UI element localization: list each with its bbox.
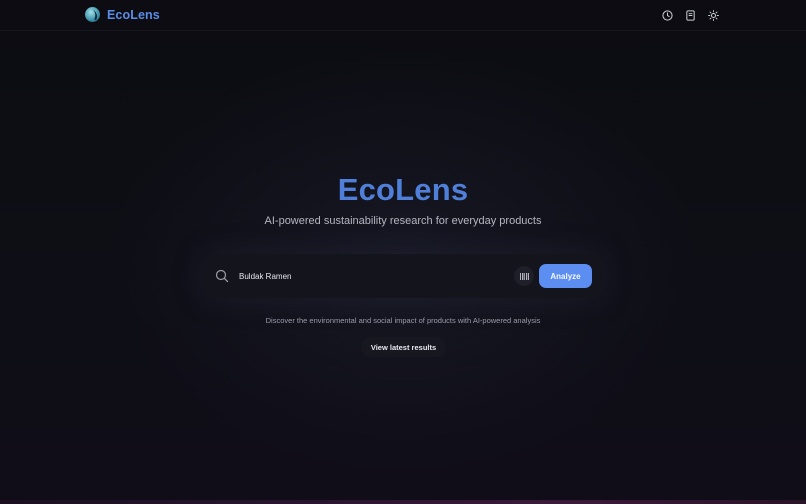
saved-button[interactable] [683,8,697,22]
header-actions [660,8,720,22]
search-icon [215,269,229,283]
sun-icon [707,9,719,21]
description-text: Discover the environmental and social im… [265,316,541,325]
barcode-scan-button[interactable] [514,266,534,286]
product-search-input[interactable] [239,266,499,286]
barcode-icon [519,272,529,280]
page: EcoLens EcoLens AI-powered sustainabilit… [0,0,806,504]
brand-logo[interactable]: EcoLens [85,7,160,22]
search-bar: Analyze [203,254,603,298]
theme-toggle-button[interactable] [706,8,720,22]
bottom-edge-gradient [0,500,806,504]
bookmark-icon [685,9,695,21]
top-bar: EcoLens [0,0,806,31]
history-button[interactable] [660,8,674,22]
view-latest-results-button[interactable]: View latest results [361,337,446,357]
hero-subtitle: AI-powered sustainability research for e… [264,215,542,227]
leaf-globe-icon [85,7,100,22]
analyze-button[interactable]: Analyze [539,264,592,288]
hero-title: EcoLens [337,172,469,207]
clock-icon [661,9,673,21]
brand-name: EcoLens [107,7,160,22]
